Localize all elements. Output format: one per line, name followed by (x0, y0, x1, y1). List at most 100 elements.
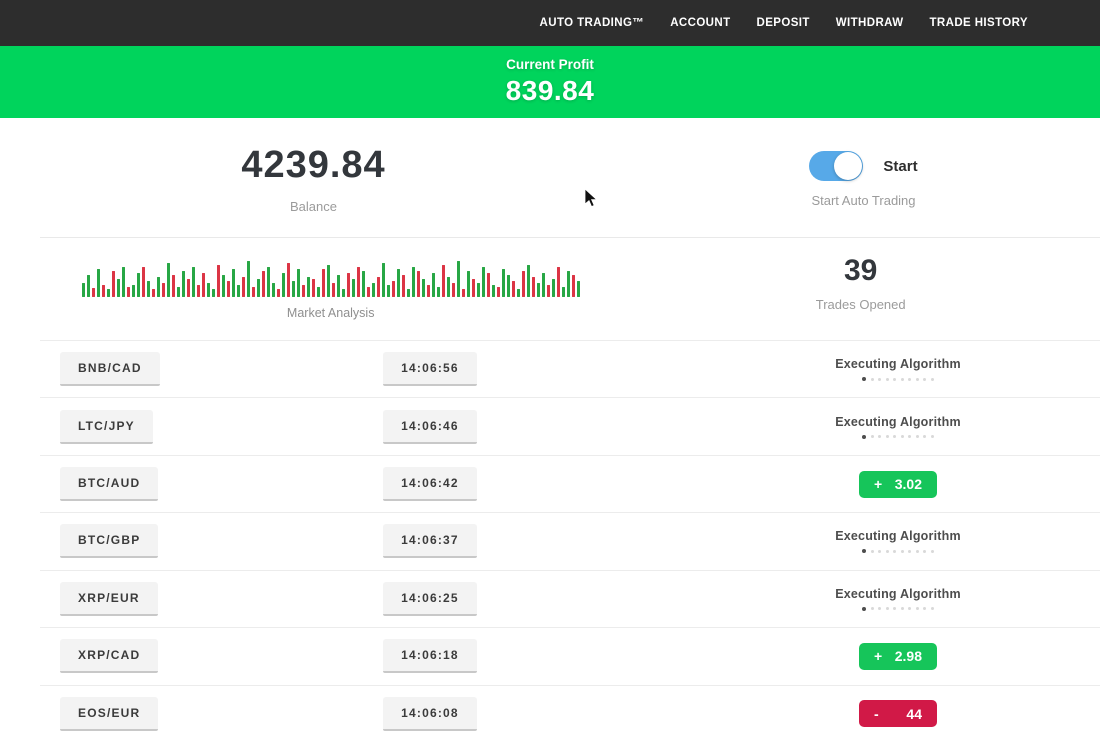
progress-dot (871, 378, 874, 381)
candle-bar (542, 273, 545, 297)
progress-dot (878, 550, 881, 553)
candle-bar (467, 271, 470, 297)
trade-row: BTC/GBP14:06:37Executing Algorithm (0, 512, 1100, 569)
stats-section: 4239.84 Balance Start Start Auto Trading (0, 118, 1100, 237)
candle-bar (557, 267, 560, 297)
nav-item-withdraw[interactable]: WITHDRAW (836, 17, 904, 29)
nav-item-account[interactable]: ACCOUNT (670, 17, 730, 29)
progress-dot (878, 378, 881, 381)
progress-dot (916, 435, 919, 438)
toggle-start-label: Start (883, 158, 917, 175)
candle-bar (502, 269, 505, 297)
candle-bar (127, 287, 130, 297)
progress-dot (886, 378, 889, 381)
progress-dot (893, 378, 896, 381)
badge-sign: + (874, 476, 882, 492)
badge-sign: - (874, 706, 879, 722)
badge-sign: + (874, 648, 882, 664)
candle-bar (102, 285, 105, 297)
candle-bar (552, 279, 555, 297)
pair-chip: LTC/JPY (60, 410, 153, 444)
candle-bar (507, 275, 510, 297)
progress-dot (931, 435, 934, 438)
trades-opened-value: 39 (844, 254, 877, 288)
pair-chip: EOS/EUR (60, 697, 158, 731)
candle-bar (287, 263, 290, 297)
candle-bar (282, 273, 285, 297)
candle-bar (377, 277, 380, 297)
candle-bar (522, 271, 525, 297)
progress-dot (908, 550, 911, 553)
candle-bar (457, 261, 460, 297)
candle-bar (432, 273, 435, 297)
candle-bar (527, 265, 530, 297)
candle-bar (332, 283, 335, 297)
status-cell: Executing Algorithm (758, 415, 1038, 439)
badge-amount: 3.02 (895, 476, 922, 492)
progress-dot (923, 607, 926, 610)
time-chip: 14:06:18 (383, 639, 477, 673)
time-cell: 14:06:25 (300, 582, 560, 616)
status-executing-label: Executing Algorithm (835, 357, 961, 371)
candle-bar (567, 271, 570, 297)
candle-bar (372, 283, 375, 297)
progress-dot (893, 550, 896, 553)
candle-bar (272, 283, 275, 297)
candle-bar (327, 265, 330, 297)
nav-item-trade-history[interactable]: TRADE HISTORY (930, 17, 1029, 29)
auto-trading-toggle[interactable] (809, 151, 863, 181)
progress-dot (908, 435, 911, 438)
pair-chip: BNB/CAD (60, 352, 160, 386)
candle-bar (242, 277, 245, 297)
candle-bar (532, 277, 535, 297)
status-executing-label: Executing Algorithm (835, 587, 961, 601)
balance-label: Balance (290, 199, 337, 214)
nav-item-auto-trading[interactable]: AUTO TRADING™ (540, 17, 645, 29)
progress-dot (862, 377, 866, 381)
candle-bar (267, 267, 270, 297)
candle-bar (217, 265, 220, 297)
candle-bar (172, 275, 175, 297)
candle-bar (212, 289, 215, 297)
candle-bar (177, 287, 180, 297)
candle-bar (412, 267, 415, 297)
candle-bar (472, 279, 475, 297)
candle-bar (517, 289, 520, 297)
candle-bar (382, 263, 385, 297)
status-cell: Executing Algorithm (758, 529, 1038, 553)
candle-bar (82, 283, 85, 297)
progress-dot (931, 378, 934, 381)
candle-bar (112, 271, 115, 297)
status-cell: -44 (758, 700, 1038, 727)
pair-cell: XRP/EUR (0, 582, 300, 616)
trade-row: XRP/EUR14:06:25 Executing Algorithm (0, 570, 1100, 627)
loss-badge: -44 (859, 700, 937, 727)
progress-dots (862, 607, 934, 611)
pair-cell: LTC/JPY (0, 410, 300, 444)
progress-dot (886, 550, 889, 553)
candle-bar (362, 271, 365, 297)
candle-bar (307, 277, 310, 297)
candle-bar (92, 288, 95, 297)
status-cell: Executing Algorithm (758, 587, 1038, 611)
nav-item-deposit[interactable]: DEPOSIT (757, 17, 810, 29)
current-profit-value: 839.84 (506, 75, 595, 107)
candle-bar (317, 287, 320, 297)
candle-bar (152, 289, 155, 297)
candle-bar (402, 275, 405, 297)
market-section: Market Analysis 39 Trades Opened (40, 237, 1100, 340)
profit-badge: +3.02 (859, 471, 937, 498)
candle-bar (162, 283, 165, 297)
candle-bar (182, 271, 185, 297)
candle-bar (492, 285, 495, 297)
candle-bar (512, 281, 515, 297)
candle-bar (497, 287, 500, 297)
candle-bar (237, 285, 240, 297)
candle-bar (292, 281, 295, 297)
candle-bar (312, 279, 315, 297)
candle-bar (427, 285, 430, 297)
progress-dot (931, 550, 934, 553)
progress-dot (886, 607, 889, 610)
candle-bar (352, 279, 355, 297)
candle-bar (207, 283, 210, 297)
